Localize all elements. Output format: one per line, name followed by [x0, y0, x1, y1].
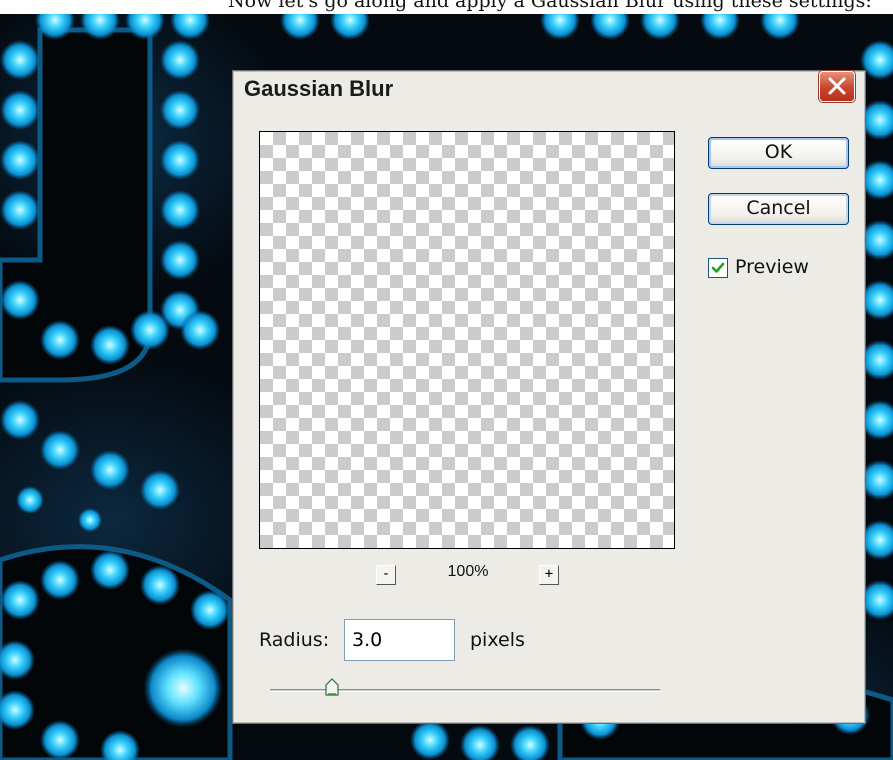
glow-dot	[0, 40, 40, 80]
glow-dot	[40, 720, 80, 760]
glow-dot	[410, 720, 450, 760]
glow-dot	[40, 560, 80, 600]
glow-dot	[0, 400, 40, 440]
cancel-button[interactable]: Cancel	[708, 193, 849, 225]
glow-dot	[140, 470, 180, 510]
glow-dot	[16, 486, 44, 514]
glow-dot	[0, 280, 40, 320]
glow-dot	[0, 90, 40, 130]
glow-dot	[460, 725, 500, 760]
radius-label: Radius:	[259, 629, 330, 651]
glow-dot	[0, 580, 40, 620]
checkmark-icon	[711, 262, 725, 273]
zoom-out-button[interactable]: -	[376, 565, 396, 585]
glow-dot	[78, 508, 102, 532]
glow-dot	[140, 565, 180, 605]
radius-input[interactable]	[344, 619, 455, 661]
preview-checkbox[interactable]	[708, 258, 728, 278]
preview-canvas[interactable]	[259, 131, 675, 549]
glow-dot	[40, 320, 80, 360]
dialog-title: Gaussian Blur	[244, 76, 394, 101]
close-button[interactable]	[819, 71, 855, 102]
gaussian-blur-dialog: Gaussian Blur - 100% + OK Cancel Preview…	[232, 70, 866, 724]
title-bar[interactable]: Gaussian Blur	[233, 71, 865, 107]
glow-dot	[90, 325, 130, 365]
preview-label[interactable]: Preview	[735, 256, 809, 278]
top-caption-strip: Now let's go along and apply a Gaussian …	[0, 0, 893, 14]
glow-dot	[160, 40, 200, 80]
glow-dot	[90, 550, 130, 590]
radius-unit-label: pixels	[470, 629, 525, 651]
glow-dot	[160, 90, 200, 130]
glow-dot	[0, 140, 40, 180]
glow-dot	[90, 450, 130, 490]
zoom-in-button[interactable]: +	[539, 565, 559, 585]
glow-dot	[40, 430, 80, 470]
glow-dot	[190, 590, 230, 630]
zoom-level-label: 100%	[447, 563, 489, 580]
close-icon	[828, 77, 846, 95]
top-caption-text: Now let's go along and apply a Gaussian …	[228, 0, 872, 12]
glow-dot	[160, 190, 200, 230]
glow-dot	[143, 648, 223, 728]
glow-dot	[0, 190, 40, 230]
glow-dot	[160, 140, 200, 180]
glow-dot	[510, 725, 550, 760]
radius-slider-thumb[interactable]	[325, 678, 339, 696]
glow-dot	[130, 310, 170, 350]
glow-dot	[160, 240, 200, 280]
ok-button[interactable]: OK	[708, 137, 849, 169]
glow-dot	[180, 310, 220, 350]
